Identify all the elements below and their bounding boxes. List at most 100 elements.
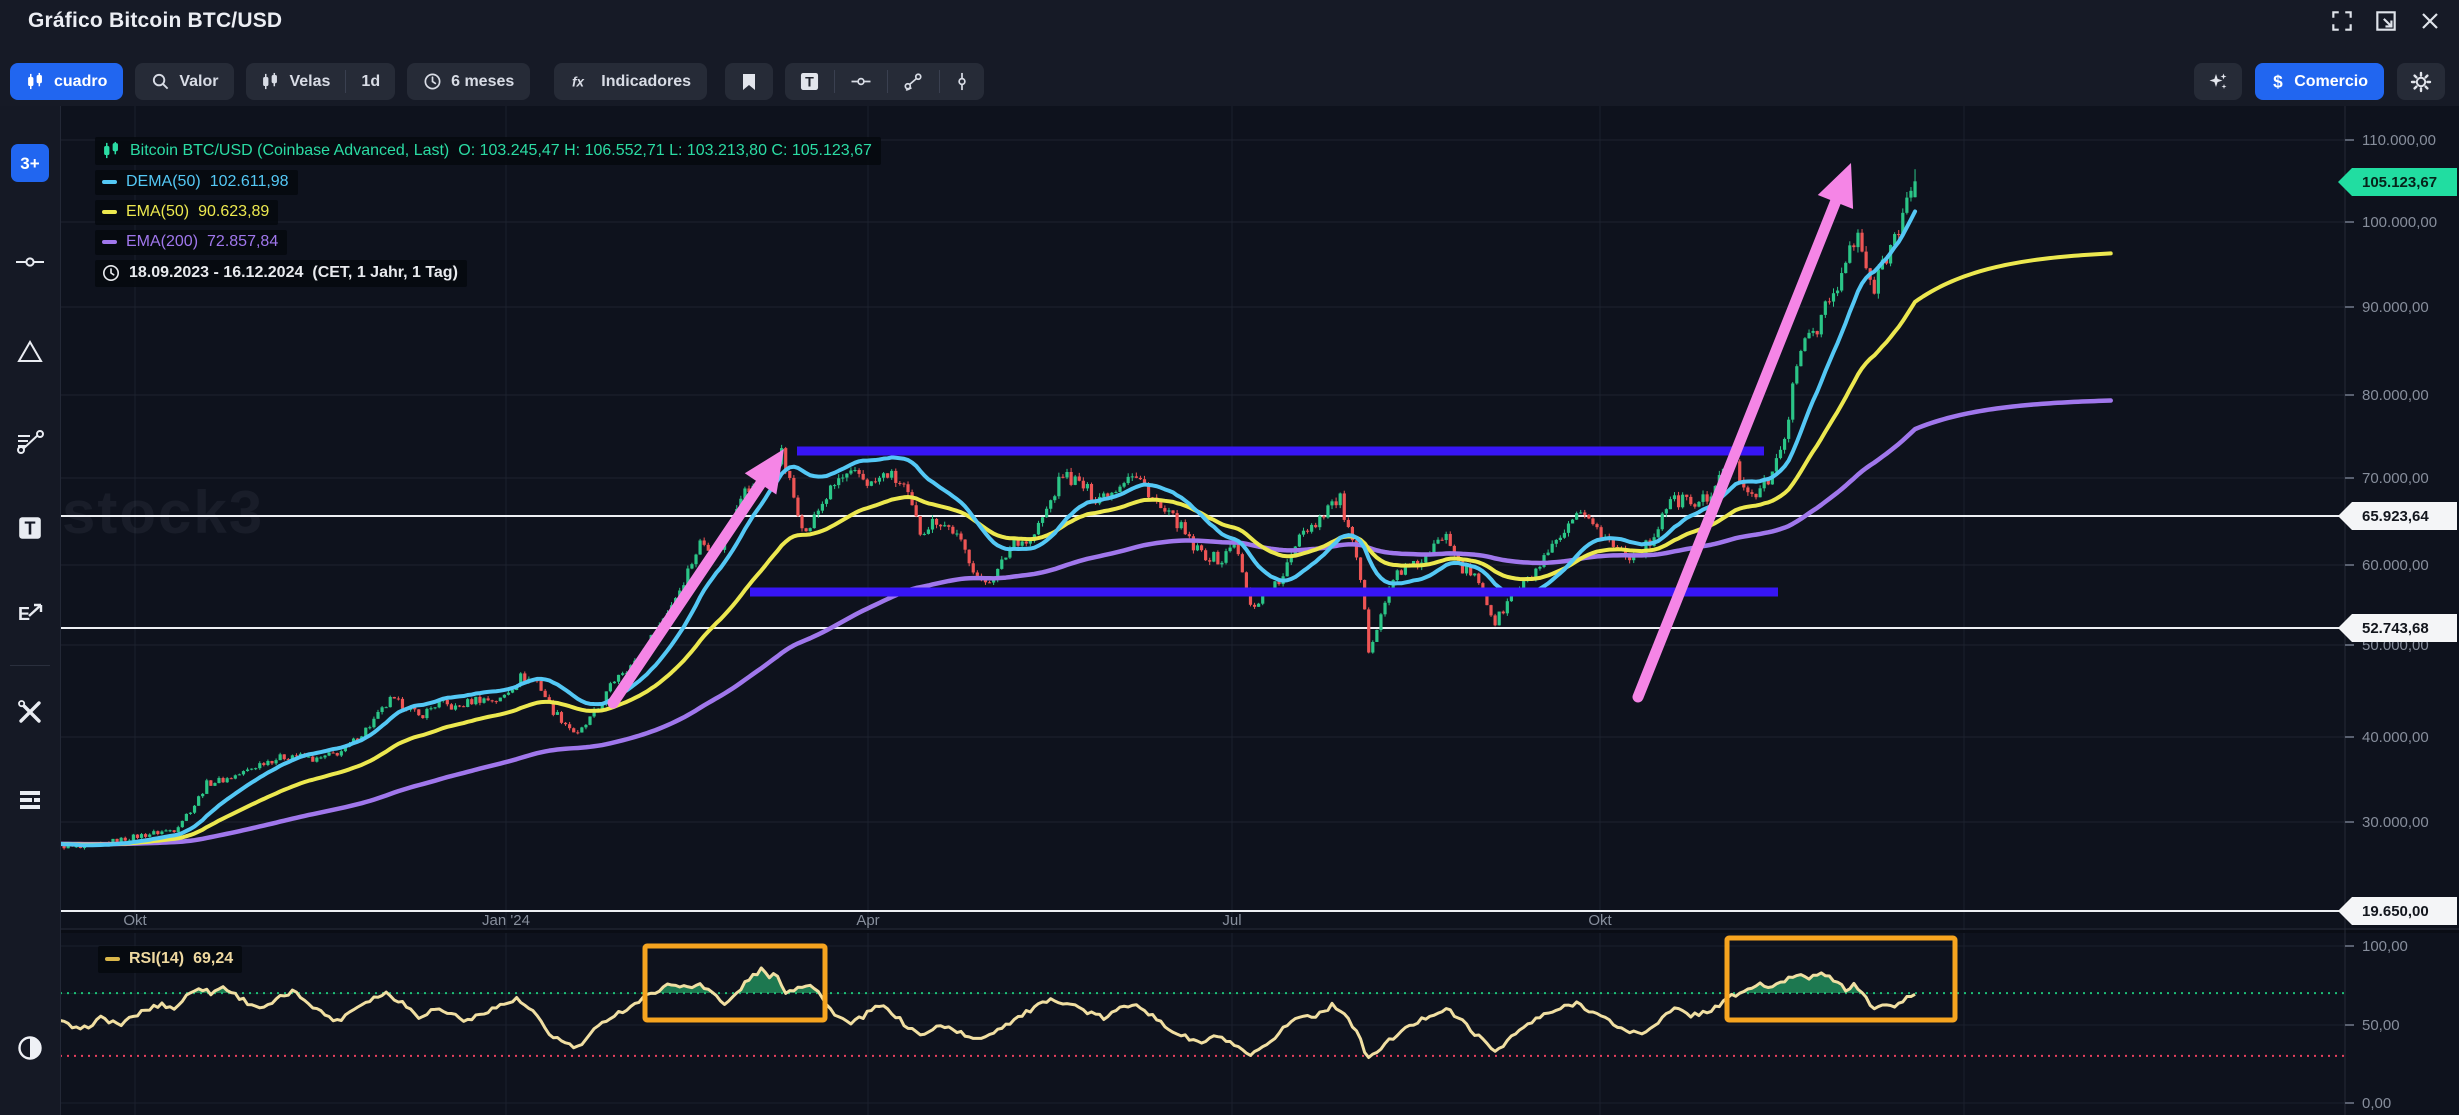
ema200-label: EMA(200) [126,234,198,250]
candles-icon [261,72,280,91]
daterange-meta: (CET, 1 Jahr, 1 Tag) [312,265,458,281]
svg-text:60.000,00: 60.000,00 [2362,557,2429,574]
svg-text:52.743,68: 52.743,68 [2362,620,2429,637]
close-button[interactable] [2415,6,2445,36]
tools-settings-button[interactable] [11,693,49,731]
svg-text:Apr: Apr [856,912,879,929]
sparkles-icon [2207,71,2229,93]
triangle-tool-button[interactable] [11,333,49,371]
cursor-glyph: 3+ [20,154,39,173]
dollar-glyph: $ [2273,72,2283,91]
ai-sparkles-button[interactable] [2194,63,2242,100]
chart-type-label: cuadro [54,73,107,91]
cursor-tool-icon: 3+ [15,148,45,178]
hline-tool-button[interactable] [835,63,887,100]
candles-interval-group: Velas 1d [246,63,395,100]
legend-ema200-row[interactable]: EMA(200) 72.857,84 [95,230,881,255]
text-glyph: T [25,519,36,539]
rsi-swatch [105,957,120,961]
legend-ema50-row[interactable]: EMA(50) 90.623,89 [95,200,881,225]
indicators-label: Indicadores [601,73,691,91]
candles-icon [26,72,45,91]
cursor-tool-button[interactable]: 3+ [11,144,49,182]
symbol-search-label: Valor [179,73,218,91]
svg-text:Okt: Okt [1588,912,1612,929]
pattern-tool-button[interactable] [11,423,49,461]
text-glyph: T [805,75,814,91]
ema200-value: 72.857,84 [207,234,278,250]
bookmark-icon [741,73,757,91]
svg-text:19.650,00: 19.650,00 [2362,903,2429,920]
ema50-label: EMA(50) [126,204,189,220]
legend-symbol-row[interactable]: Bitcoin BTC/USD (Coinbase Advanced, Last… [95,137,881,165]
symbol-ohlc: O: 103.245,47 H: 106.552,71 L: 103.213,8… [458,143,872,159]
fx-icon: fx [570,73,592,91]
svg-text:40.000,00: 40.000,00 [2362,729,2429,746]
symbol-title: Bitcoin BTC/USD (Coinbase Advanced, Last… [130,143,449,159]
close-icon [2418,9,2442,33]
fullscreen-icon [2329,8,2355,34]
bookmark-button[interactable] [725,63,773,100]
chart-type-button[interactable]: cuadro [10,63,123,100]
ema50-swatch [102,210,117,214]
rsi-label: RSI(14) [129,950,184,968]
hline-sidebar-button[interactable] [11,243,49,281]
theme-contrast-button[interactable] [11,1029,49,1067]
vline-tool-button[interactable] [940,63,984,100]
svg-text:Jul: Jul [1222,912,1241,929]
range-button[interactable]: 6 meses [407,63,530,100]
ema200-swatch [102,240,117,244]
svg-text:80.000,00: 80.000,00 [2362,387,2429,404]
candles-icon [102,141,121,160]
legend-dema-row[interactable]: DEMA(50) 102.611,98 [95,170,881,195]
settings-button[interactable] [2397,63,2445,100]
candles-style-button[interactable]: Velas [246,63,345,100]
text-sidebar-button[interactable]: T [11,509,49,547]
drawing-tools-group: T [785,63,984,100]
clock-icon [423,72,442,91]
layout-button[interactable] [11,781,49,819]
rsi-legend[interactable]: RSI(14) 69,24 [98,946,242,973]
resize-icon [2373,8,2399,34]
svg-text:100.000,00: 100.000,00 [2362,214,2437,231]
drawing-sidebar: 3+ T [0,106,61,1115]
pattern-icon [16,430,44,454]
fx-glyph: fx [572,74,584,89]
forecast-tool-button[interactable]: E [11,594,49,632]
fullscreen-button[interactable] [2327,6,2357,36]
svg-text:70.000,00: 70.000,00 [2362,470,2429,487]
svg-text:110.000,00: 110.000,00 [2362,132,2436,149]
contrast-icon [17,1035,43,1061]
interval-button[interactable]: 1d [346,63,395,100]
text-tool-button[interactable]: T [785,63,834,100]
range-label: 6 meses [451,73,514,91]
crossed-tools-icon [17,699,43,725]
svg-text:90.000,00: 90.000,00 [2362,299,2429,316]
trendline-icon [903,72,924,91]
clock-icon [102,264,120,282]
search-icon [151,72,170,91]
popout-resize-button[interactable] [2371,6,2401,36]
indicators-button[interactable]: fx Indicadores [554,63,707,100]
chart-legend: Bitcoin BTC/USD (Coinbase Advanced, Last… [95,137,881,292]
symbol-search-button[interactable]: Valor [135,63,234,100]
trading-app-window: OktJan '24AprJulOkt110.000,00100.000,009… [0,0,2459,1115]
svg-text:50,00: 50,00 [2362,1017,2400,1034]
forecast-glyph: E [18,604,30,624]
dema-value: 102.611,98 [210,174,289,190]
trade-button[interactable]: $ Comercio [2255,63,2384,100]
text-tool-icon: T [800,72,819,91]
trendline-tool-button[interactable] [888,63,939,100]
legend-daterange-row: 18.09.2023 - 16.12.2024 (CET, 1 Jahr, 1 … [95,260,881,287]
window-title: Gráfico Bitcoin BTC/USD [28,9,282,33]
svg-text:0,00: 0,00 [2362,1095,2391,1112]
interval-label: 1d [361,73,380,91]
daterange-text: 18.09.2023 - 16.12.2024 [129,265,303,281]
dollar-icon: $ [2271,72,2285,92]
toolbar: cuadro Valor Velas [0,42,2459,106]
vertical-line-icon [955,72,969,91]
forecast-icon: E [15,600,45,626]
layout-icon [17,788,43,812]
sidebar-divider [10,665,50,666]
horizontal-line-icon [850,72,872,91]
